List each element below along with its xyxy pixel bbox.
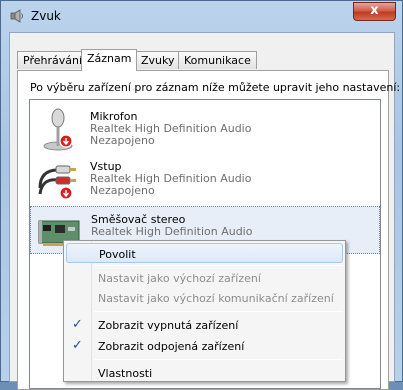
menu-item-show-disabled[interactable]: ✓ Zobrazit vypnutá zařízení bbox=[66, 315, 343, 335]
menu-item-label: Nastavit jako výchozí komunikační zaříze… bbox=[98, 292, 334, 305]
device-status: Nezapojeno bbox=[90, 134, 155, 147]
menu-item-label: Nastavit jako výchozí zařízení bbox=[98, 272, 261, 285]
tab-playback[interactable]: Přehrávání bbox=[17, 51, 89, 69]
menu-item-properties[interactable]: Vlastnosti bbox=[66, 363, 343, 383]
title-bar[interactable]: Zvuk x bbox=[1, 1, 402, 31]
menu-separator bbox=[94, 359, 343, 360]
tab-recording[interactable]: Záznam bbox=[81, 49, 138, 71]
tab-label: Záznam bbox=[87, 52, 132, 65]
tab-label: Přehrávání bbox=[23, 54, 83, 67]
instruction-text: Po výběru zařízení pro záznam níže můžet… bbox=[30, 81, 401, 94]
device-driver: Realtek High Definition Audio bbox=[91, 225, 253, 238]
audio-cable-icon bbox=[36, 158, 80, 202]
context-menu: Povolit Nastavit jako výchozí zařízení N… bbox=[63, 240, 346, 382]
tab-label: Komunikace bbox=[184, 54, 251, 67]
tab-communications[interactable]: Komunikace bbox=[178, 51, 257, 69]
menu-item-show-disconnected[interactable]: ✓ Zobrazit odpojená zařízení bbox=[66, 336, 343, 356]
close-button[interactable]: x bbox=[353, 2, 396, 21]
menu-item-set-default-communication[interactable]: Nastavit jako výchozí komunikační zaříze… bbox=[66, 288, 343, 308]
menu-separator bbox=[94, 311, 343, 312]
close-icon: x bbox=[370, 3, 379, 18]
checkmark-icon: ✓ bbox=[72, 338, 83, 353]
menu-item-label: Vlastnosti bbox=[98, 367, 153, 380]
menu-item-label: Povolit bbox=[99, 248, 136, 261]
menu-item-set-default[interactable]: Nastavit jako výchozí zařízení bbox=[66, 268, 343, 288]
speaker-icon bbox=[9, 8, 25, 24]
device-item-line-in[interactable]: Vstup Realtek High Definition Audio Neza… bbox=[30, 154, 380, 202]
tab-sounds[interactable]: Zvuky bbox=[135, 51, 181, 69]
device-status: Nezapojeno bbox=[90, 184, 155, 197]
device-item-microphone[interactable]: Mikrofon Realtek High Definition Audio N… bbox=[30, 104, 380, 152]
microphone-icon bbox=[36, 108, 80, 152]
checkmark-icon: ✓ bbox=[72, 317, 83, 332]
menu-item-enable[interactable]: Povolit bbox=[66, 243, 343, 263]
menu-item-label: Zobrazit odpojená zařízení bbox=[98, 340, 245, 353]
tab-label: Zvuky bbox=[141, 54, 175, 67]
menu-item-label: Zobrazit vypnutá zařízení bbox=[98, 319, 239, 332]
window-title: Zvuk bbox=[31, 9, 61, 23]
menu-separator bbox=[94, 265, 343, 266]
